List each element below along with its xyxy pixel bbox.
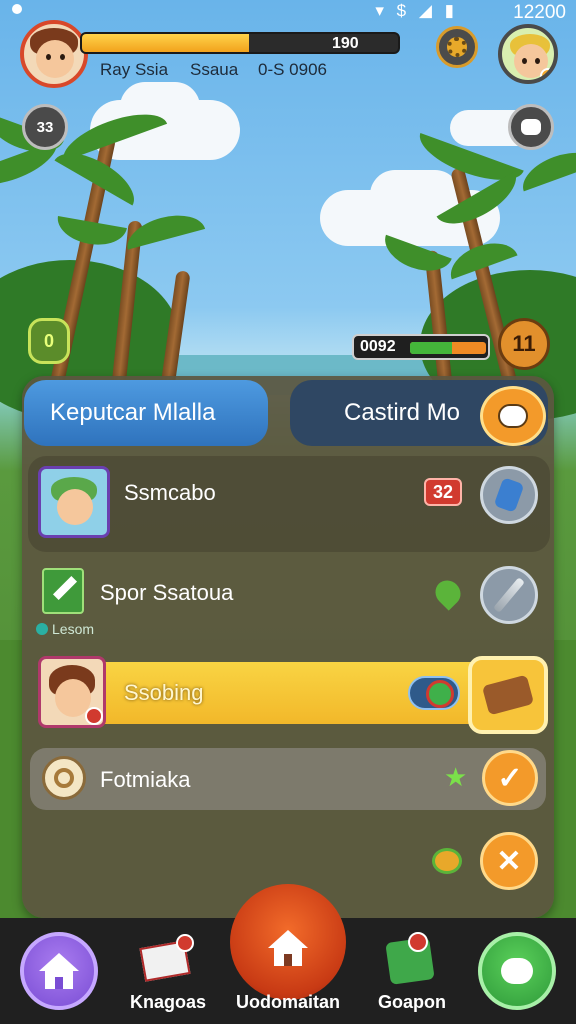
- carrot-icon: [432, 848, 462, 874]
- tab-left[interactable]: Keputcar Mlalla: [24, 380, 268, 446]
- list-item-1-label: Ssmcabo: [124, 480, 216, 505]
- timer-bar: [410, 342, 486, 354]
- character-portrait: [38, 466, 110, 538]
- quest-flag-icon: [42, 568, 84, 614]
- sword-icon: [493, 577, 525, 613]
- nav-mail-button[interactable]: [139, 934, 194, 984]
- star-icon: ★: [444, 762, 468, 792]
- side-menu-left-button[interactable]: 33: [22, 104, 68, 150]
- confirm-button[interactable]: ✓: [482, 750, 538, 806]
- item-count-badge: 32: [424, 478, 462, 506]
- nav-chat-button[interactable]: [478, 932, 556, 1010]
- xp-bar-fill: [82, 34, 250, 52]
- treasure-icon: [481, 674, 535, 716]
- timer-bar-fill: [410, 342, 452, 354]
- nav-shop-button[interactable]: [385, 932, 438, 986]
- list-item-3-label: Ssobing: [124, 680, 204, 705]
- chat-bubble-icon: [501, 958, 533, 984]
- palm-frond: [516, 143, 576, 192]
- player-avatar[interactable]: [20, 20, 88, 88]
- sword-button[interactable]: [480, 566, 538, 624]
- pause-icon: 11: [512, 331, 536, 356]
- list-item-2-sublabel: Lesom: [36, 621, 94, 637]
- list-item-2-label: Spor Ssatoua: [100, 580, 234, 605]
- potion-icon: [493, 477, 525, 513]
- score-readout: 0-S 0906: [258, 60, 327, 79]
- potion-button[interactable]: [480, 466, 538, 524]
- compass-icon: [42, 756, 86, 800]
- pause-button[interactable]: 11: [498, 318, 550, 370]
- xp-bar: 190: [80, 32, 400, 54]
- friend-avatar[interactable]: [498, 24, 558, 84]
- nav-home-button[interactable]: [20, 932, 98, 1010]
- clock: 12200: [513, 2, 566, 23]
- timer-value: 0092: [360, 338, 396, 355]
- hero-portrait: [38, 656, 106, 728]
- nav-center-label: Uodomaitan: [236, 992, 341, 1012]
- gear-icon: [447, 37, 467, 57]
- shield-button[interactable]: 0: [28, 318, 70, 364]
- settings-gear-button[interactable]: [436, 26, 478, 68]
- coin-icon: [408, 676, 460, 710]
- tab-right-label: Castird Mo: [344, 399, 461, 426]
- equip-button[interactable]: [468, 656, 548, 734]
- player-name: Ray Ssia: [100, 60, 169, 79]
- side-button-label: 33: [36, 118, 54, 136]
- chat-bubble-icon: [521, 119, 541, 135]
- home-icon: [39, 953, 79, 989]
- nav-right-label: Goapon: [378, 992, 446, 1012]
- pet-icon: [498, 404, 528, 428]
- home-icon: [268, 930, 308, 966]
- nav-center-button[interactable]: [230, 884, 346, 1000]
- status-bar: ▾ $ ◢ ▮ 12200: [0, 0, 576, 24]
- nav-left-label: Knagoas: [130, 992, 207, 1012]
- xp-value: 190: [332, 35, 359, 52]
- shield-icon: 0: [43, 330, 54, 351]
- cancel-button[interactable]: ✕: [480, 832, 538, 890]
- notification-dot: [176, 934, 194, 952]
- pet-badge-button[interactable]: [480, 386, 546, 446]
- tab-left-label: Keputcar Mlalla: [50, 399, 216, 426]
- signal-icons: ▾ $ ◢ ▮: [375, 1, 458, 20]
- dot-icon: [36, 623, 48, 635]
- player-rank: Ssaua: [190, 60, 239, 79]
- round-timer: 0092: [352, 334, 490, 360]
- chat-button[interactable]: [508, 104, 554, 150]
- list-item-4-label: Fotmiaka: [100, 767, 191, 792]
- notification-dot: [12, 4, 22, 14]
- notification-dot: [408, 932, 428, 952]
